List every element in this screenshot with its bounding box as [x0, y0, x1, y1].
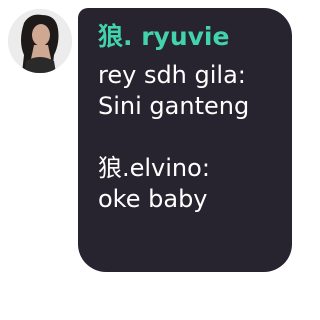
message-line: 狼.elvino: [98, 154, 210, 182]
message-bubble[interactable]: 狼. ryuvie rey sdh gila: Sini ganteng 狼.e… [78, 8, 292, 272]
message-line: Sini ganteng [98, 92, 250, 120]
profile-photo-icon [8, 9, 72, 73]
message-line: rey sdh gila: [98, 61, 246, 89]
avatar[interactable] [8, 9, 72, 73]
sender-name[interactable]: 狼. ryuvie [98, 22, 278, 52]
chat-message-row: 狼. ryuvie rey sdh gila: Sini ganteng 狼.e… [0, 0, 300, 320]
message-line: oke baby [98, 185, 208, 213]
